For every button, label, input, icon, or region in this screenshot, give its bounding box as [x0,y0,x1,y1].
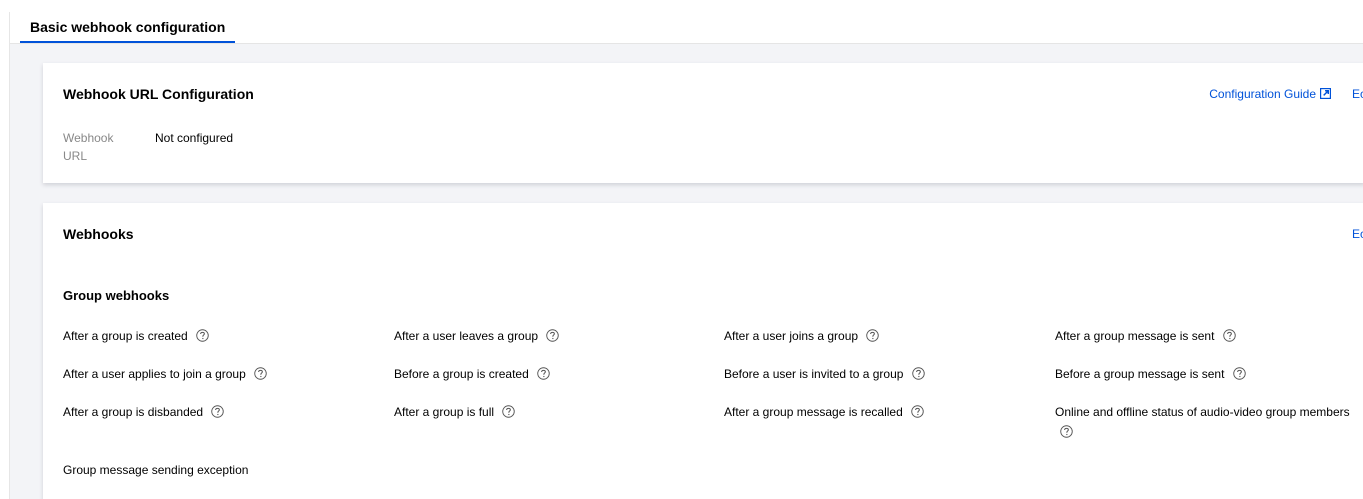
webhook-item-label: After a user applies to join a group [63,367,246,381]
group-webhooks-list: After a group is created After a user le… [63,326,1363,480]
help-circle-icon[interactable] [1233,367,1246,380]
webhook-item: Before a user is invited to a group [724,364,1055,384]
webhook-item: After a group message is sent [1055,326,1363,346]
help-circle-icon[interactable] [211,405,225,418]
webhook-item: After a group message is recalled [724,402,1055,442]
webhook-item-label: After a group message is recalled [724,405,903,419]
group-webhooks-title: Group webhooks [63,288,170,303]
webhook-url-label: Webhook URL [63,131,114,163]
webhook-item-label: After a group message is sent [1055,329,1215,343]
tab-basic-webhook-configuration[interactable]: Basic webhook configuration [20,12,236,43]
webhook-item-label: After a group is full [394,405,495,419]
configuration-guide-label: Configuration Guide [1209,87,1316,101]
help-circle-icon[interactable] [254,367,267,380]
external-link-icon [1320,88,1331,99]
edit-webhooks-link[interactable]: Ec [1352,227,1363,241]
help-circle-icon[interactable] [546,329,560,342]
help-circle-icon[interactable] [912,367,925,380]
help-circle-icon[interactable] [502,405,516,418]
page: Basic webhook configuration Webhook URL … [0,0,1363,499]
main-content: Webhook URL Configuration Configuration … [10,44,1363,499]
webhook-url-card: Webhook URL Configuration Configuration … [43,63,1363,183]
help-circle-icon[interactable] [1060,425,1073,438]
webhook-item: After a user applies to join a group [63,364,394,384]
webhook-item: Before a group message is sent [1055,364,1363,384]
webhook-item: Group message sending exception [63,460,394,480]
webhook-item-label: After a group is disbanded [63,405,204,419]
help-circle-icon[interactable] [911,405,924,418]
webhook-item-label: After a user leaves a group [394,329,539,343]
webhook-item-label: Group message sending exception [63,463,249,477]
webhook-item: Online and offline status of audio-video… [1055,402,1363,442]
help-circle-icon[interactable] [537,367,550,380]
webhooks-card-title: Webhooks [63,226,134,242]
webhook-item-label: After a user joins a group [724,329,859,343]
webhook-item: After a group is disbanded [63,402,394,442]
webhook-item: Before a group is created [394,364,724,384]
webhook-item: After a group is full [394,402,724,442]
help-circle-icon[interactable] [866,329,880,342]
help-circle-icon[interactable] [196,329,209,342]
tab-bar: Basic webhook configuration [10,12,1363,44]
edit-url-link[interactable]: Ec [1352,87,1363,101]
webhooks-card: Webhooks Ec Group webhooks After a group… [43,203,1363,499]
webhook-item-label: After a group is created [63,329,188,343]
webhook-item: After a user joins a group [724,326,1055,346]
webhook-item-label: Online and offline status of audio-video… [1055,405,1350,419]
webhook-item: After a user leaves a group [394,326,724,346]
help-circle-icon[interactable] [1223,329,1236,342]
configuration-guide-link[interactable]: Configuration Guide [1209,87,1331,101]
webhook-item-label: Before a group message is sent [1055,367,1225,381]
webhook-item-label: Before a user is invited to a group [724,367,904,381]
webhook-url-value: Not configured [155,131,234,145]
webhook-item: After a group is created [63,326,394,346]
webhook-url-card-title: Webhook URL Configuration [63,86,254,102]
webhook-item-label: Before a group is created [394,367,529,381]
